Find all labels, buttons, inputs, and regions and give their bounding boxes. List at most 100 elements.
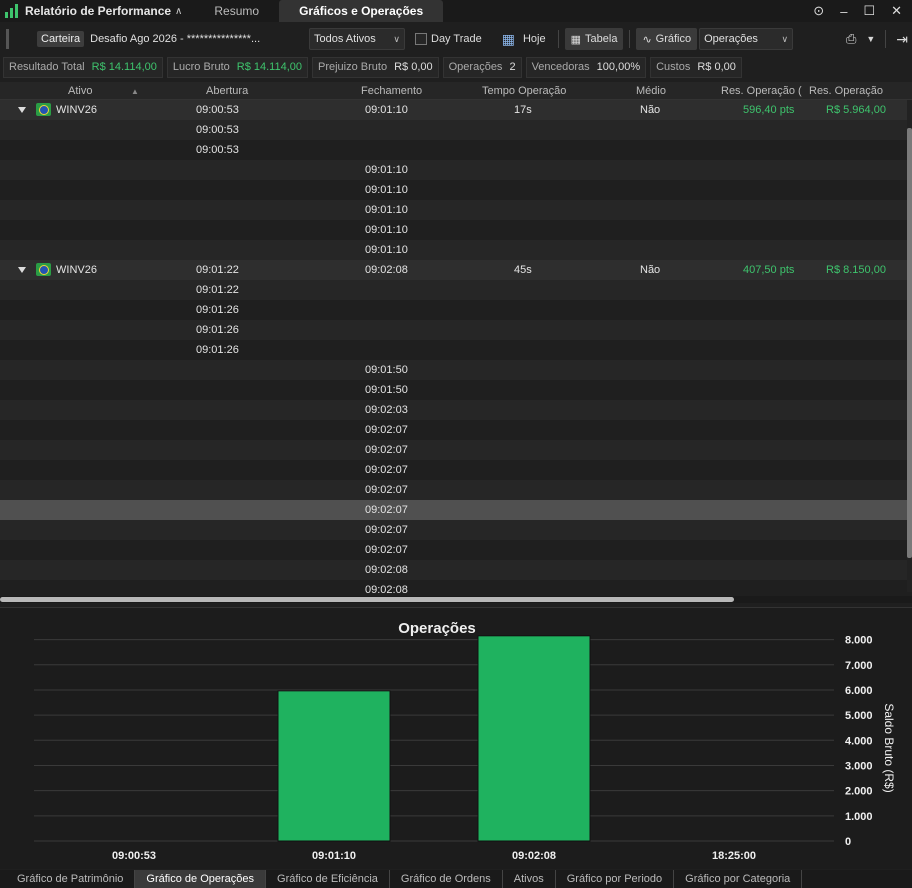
table-row[interactable]: 09:01:22 bbox=[0, 280, 912, 300]
cell-abertura: 09:01:26 bbox=[196, 344, 239, 356]
stat-label: Prejuizo Bruto bbox=[318, 61, 388, 73]
bottom-tab-6[interactable]: Gráfico por Categoria bbox=[674, 870, 803, 888]
cell-pts: 407,50 pts bbox=[743, 264, 795, 276]
cell-res: R$ 5.964,00 bbox=[826, 104, 886, 116]
horizontal-scrollbar[interactable] bbox=[0, 596, 912, 603]
table-row[interactable]: 09:02:08 bbox=[0, 580, 912, 596]
column-header-medio[interactable]: Médio bbox=[636, 85, 666, 97]
table-row[interactable]: 09:01:26 bbox=[0, 300, 912, 320]
chart-title: Operações bbox=[398, 620, 476, 637]
cell-fechamento: 09:02:07 bbox=[365, 444, 408, 456]
column-header-res-pts[interactable]: Res. Operação ( bbox=[721, 85, 802, 97]
stat-value: R$ 14.114,00 bbox=[236, 61, 302, 73]
title-bar: Relatório de Performance ∧ Resumo Gráfic… bbox=[0, 0, 912, 22]
table-row[interactable]: 09:01:50 bbox=[0, 380, 912, 400]
tabela-button[interactable]: ▦ Tabela bbox=[564, 28, 624, 50]
collapse-triangle-icon[interactable] bbox=[18, 107, 26, 113]
column-header-abertura[interactable]: Abertura bbox=[206, 85, 248, 97]
bottom-tab-4[interactable]: Ativos bbox=[503, 870, 556, 888]
daytrade-checkbox[interactable] bbox=[415, 33, 427, 45]
table-group-row[interactable]: WINV26 09:01:22 09:02:08 45s Não 407,50 pts R$… bbox=[0, 260, 912, 280]
toolbar: Carteira Desafio Ago 2026 - ************… bbox=[0, 26, 912, 52]
cell-fechamento: 09:01:10 bbox=[365, 104, 408, 116]
operacoes-value: Operações bbox=[704, 33, 758, 45]
grafico-button[interactable]: ∿ Gráfico bbox=[636, 28, 698, 50]
cell-fechamento: 09:01:10 bbox=[365, 244, 408, 256]
table-row[interactable]: 09:01:10 bbox=[0, 160, 912, 180]
maximize-icon[interactable]: ☐ bbox=[863, 3, 875, 19]
table-row[interactable]: 09:02:07 bbox=[0, 480, 912, 500]
table-row[interactable]: 09:01:26 bbox=[0, 340, 912, 360]
x-tick-label: 09:01:10 bbox=[312, 850, 356, 862]
tab-graficos-operacoes[interactable]: Gráficos e Operações bbox=[279, 0, 444, 22]
stat-label: Custos bbox=[656, 61, 691, 73]
table-row[interactable]: 09:02:07 bbox=[0, 540, 912, 560]
grafico-label: Gráfico bbox=[655, 33, 692, 45]
table-row[interactable]: 09:01:10 bbox=[0, 240, 912, 260]
ativos-select[interactable]: Todos Ativos ∨ bbox=[309, 28, 405, 50]
cell-fechamento: 09:01:50 bbox=[365, 364, 408, 376]
table-row[interactable]: 09:01:26 bbox=[0, 320, 912, 340]
sort-asc-icon: ▲ bbox=[131, 87, 139, 96]
bottom-tab-0[interactable]: Gráfico de Patrimônio bbox=[0, 870, 136, 888]
stat-resultado-total: Resultado Total R$ 14.114,00 bbox=[3, 56, 163, 78]
cell-fechamento: 09:01:50 bbox=[365, 384, 408, 396]
vertical-scrollbar[interactable] bbox=[907, 100, 912, 592]
exit-icon[interactable]: ⇥ bbox=[896, 31, 908, 48]
y-tick-label: 8.000 bbox=[845, 635, 873, 647]
column-header-fechamento[interactable]: Fechamento bbox=[361, 85, 422, 97]
cell-ativo: WINV26 bbox=[56, 104, 97, 116]
table-group-row[interactable]: WINV26 09:00:53 09:01:10 17s Não 596,40 pts R$… bbox=[0, 100, 912, 120]
table-row[interactable]: 09:02:07 bbox=[0, 500, 912, 520]
bottom-tab-5[interactable]: Gráfico por Periodo bbox=[556, 870, 675, 888]
operacoes-select[interactable]: Operações ∨ bbox=[699, 28, 794, 50]
minimize-icon[interactable]: – bbox=[840, 4, 847, 19]
stat-vencedoras: Vencedoras 100,00% bbox=[525, 56, 647, 78]
table-row[interactable]: 09:01:10 bbox=[0, 220, 912, 240]
cell-abertura: 09:01:26 bbox=[196, 324, 239, 336]
y-tick-label: 3.000 bbox=[845, 760, 873, 772]
table-row[interactable]: 09:01:50 bbox=[0, 360, 912, 380]
table-row[interactable]: 09:00:53 bbox=[0, 140, 912, 160]
stat-value: R$ 0,00 bbox=[697, 61, 736, 73]
table-row[interactable]: 09:02:07 bbox=[0, 420, 912, 440]
collapse-triangle-icon[interactable] bbox=[18, 267, 26, 273]
table-row[interactable]: 09:02:07 bbox=[0, 440, 912, 460]
carteira-select[interactable]: Carteira Desafio Ago 2026 - ************… bbox=[13, 28, 303, 50]
dropdown-arrow-icon[interactable]: ▼ bbox=[866, 34, 875, 44]
bottom-tab-1[interactable]: Gráfico de Operações bbox=[135, 870, 267, 888]
vertical-scroll-thumb[interactable] bbox=[907, 128, 912, 558]
table-row[interactable]: 09:02:03 bbox=[0, 400, 912, 420]
stat-label: Lucro Bruto bbox=[172, 61, 230, 73]
horizontal-scroll-thumb[interactable] bbox=[0, 597, 734, 602]
stat-custos: Custos R$ 0,00 bbox=[650, 56, 742, 78]
table-header: Ativo ▲ Abertura Fechamento Tempo Operaç… bbox=[0, 82, 912, 100]
cell-ativo: WINV26 bbox=[56, 264, 97, 276]
more-options-icon[interactable]: ⊙ bbox=[813, 3, 824, 19]
hoje-button[interactable]: ▦ Hoje bbox=[496, 28, 552, 50]
divider bbox=[885, 30, 887, 48]
table-row[interactable]: 09:01:10 bbox=[0, 180, 912, 200]
column-header-ativo[interactable]: Ativo bbox=[68, 85, 92, 97]
print-icon[interactable]: ⎙ bbox=[846, 31, 856, 47]
table-row[interactable]: 09:02:07 bbox=[0, 520, 912, 540]
cell-tempo: 45s bbox=[514, 264, 532, 276]
bottom-tab-3[interactable]: Gráfico de Ordens bbox=[390, 870, 503, 888]
stat-label: Vencedoras bbox=[531, 61, 590, 73]
bottom-tab-2[interactable]: Gráfico de Eficiência bbox=[266, 870, 390, 888]
column-header-tempo[interactable]: Tempo Operação bbox=[482, 85, 566, 97]
chart-svg: Operações 0 1.000 2.000 3.000 4.000 5.000 6.000… bbox=[34, 620, 896, 862]
table-row[interactable]: 09:02:07 bbox=[0, 460, 912, 480]
table-row[interactable]: 09:02:08 bbox=[0, 560, 912, 580]
tab-resumo[interactable]: Resumo bbox=[200, 0, 273, 22]
stat-value: 100,00% bbox=[596, 61, 641, 73]
chevron-up-icon[interactable]: ∧ bbox=[175, 6, 182, 17]
table-body: WINV26 09:00:53 09:01:10 17s Não 596,40 pts R$… bbox=[0, 100, 912, 596]
column-header-res-valor[interactable]: Res. Operação bbox=[809, 85, 883, 97]
table-row[interactable]: 09:01:10 bbox=[0, 200, 912, 220]
y-tick-label: 7.000 bbox=[845, 660, 873, 672]
stat-label: Operações bbox=[448, 61, 503, 73]
close-icon[interactable]: ✕ bbox=[891, 3, 902, 19]
hoje-label: Hoje bbox=[522, 33, 546, 45]
table-row[interactable]: 09:00:53 bbox=[0, 120, 912, 140]
